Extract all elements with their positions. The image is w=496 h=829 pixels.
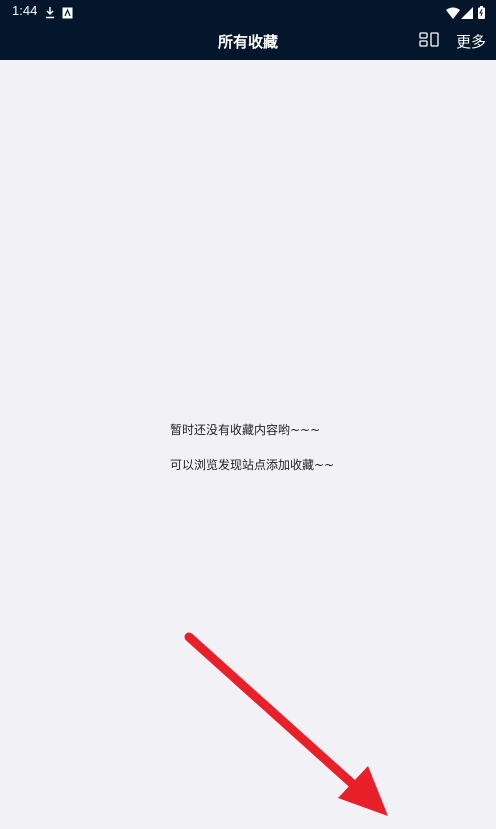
empty-message-line2: 可以浏览发现站点添加收藏~~ (170, 458, 335, 472)
more-button[interactable]: 更多 (456, 31, 486, 52)
status-time: 1:44 (12, 3, 38, 18)
battery-icon (478, 4, 485, 23)
app-bar: 所有收藏 更多 (0, 22, 496, 60)
signal-icon (461, 4, 473, 23)
download-icon (44, 4, 56, 23)
grid-layout-icon (419, 32, 441, 53)
layout-toggle-button[interactable] (419, 31, 441, 49)
empty-message-line1: 暂时还没有收藏内容哟~~~ (170, 423, 321, 437)
wifi-icon (446, 4, 460, 23)
favorites-content: 暂时还没有收藏内容哟~~~ 可以浏览发现站点添加收藏~~ (0, 60, 496, 829)
status-bar: 1:44 (0, 0, 496, 22)
app-notification-icon (62, 4, 73, 23)
